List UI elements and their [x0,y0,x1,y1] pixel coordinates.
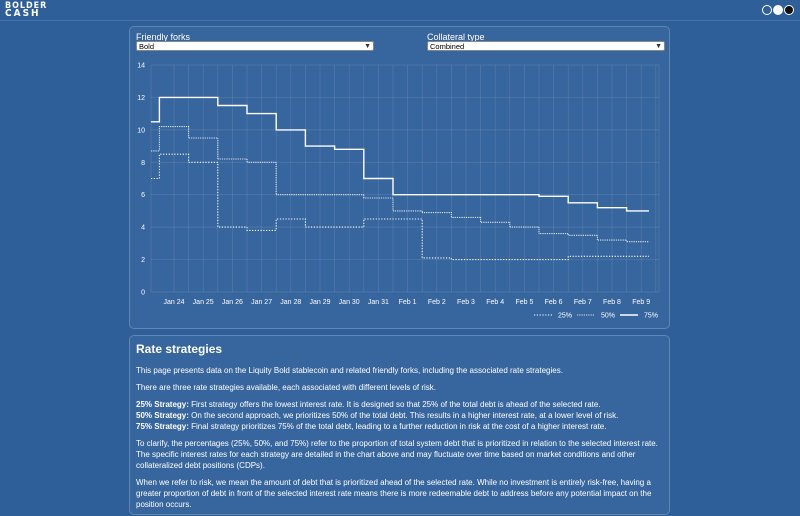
logo-line-2: CASH [5,8,41,20]
x-tick-label: Jan 24 [163,299,184,306]
y-tick-label: 0 [141,290,145,297]
y-tick-label: 12 [137,95,145,102]
strategy-25-text: First strategy offers the lowest interes… [188,400,601,409]
x-tick-label: Jan 29 [309,299,330,306]
y-tick-label: 4 [141,225,145,232]
strategy-list: 25% Strategy: First strategy offers the … [136,399,663,432]
x-tick-label: Feb 2 [428,299,446,306]
rate-strategies-panel: Rate strategies This page presents data … [129,335,670,515]
legend-label: 50% [601,313,615,320]
strategy-25-label: 25% Strategy: [136,400,189,409]
x-tick-label: Jan 28 [280,299,301,306]
legend-label: 25% [558,313,572,320]
x-tick-label: Feb 3 [457,299,475,306]
series-line-75pct [151,96,649,212]
strategy-50-label: 50% Strategy: [136,411,189,420]
y-tick-label: 8 [141,160,145,167]
series-line-25pct [151,153,649,261]
y-tick-label: 10 [137,127,145,134]
x-tick-label: Feb 9 [632,299,650,306]
intro-text: This page presents data on the Liquity B… [136,366,563,375]
x-tick-label: Jan 31 [368,299,389,306]
x-tick-label: Feb 6 [545,299,563,306]
legend-label: 75% [644,313,658,320]
theme-light-button[interactable] [773,5,783,15]
risk-text: When we refer to risk, we mean the amoun… [136,478,652,509]
x-tick-label: Jan 30 [339,299,360,306]
strategy-count-text: There are three rate strategies availabl… [136,383,437,392]
strategy-50-text: On the second approach, we prioritizes 5… [188,411,619,420]
rate-chart[interactable]: 0 2 4 6 8 10 12 14 Jan 24 Jan 25 Jan 26 Jan 27 Jan 2… [130,27,669,328]
x-tick-label: Feb 4 [486,299,504,306]
theme-blue-button[interactable] [762,5,772,15]
x-tick-label: Feb 1 [399,299,417,306]
y-tick-label: 14 [137,63,145,70]
y-tick-label: 2 [141,257,145,264]
section-title: Rate strategies [136,342,223,356]
chart-panel: Friendly forks Bold ▼ Collateral type Co… [129,26,670,329]
clarification-text: To clarify, the percentages (25%, 50%, a… [136,439,658,470]
theme-dark-button[interactable] [784,5,794,15]
x-tick-label: Jan 27 [251,299,272,306]
chart-grid [150,64,660,293]
x-tick-label: Feb 7 [574,299,592,306]
x-tick-label: Jan 25 [193,299,214,306]
theme-toggle [762,5,794,15]
bolder-cash-logo[interactable]: BOLDER CASH [5,1,87,20]
strategy-75-text: Final strategy prioritizes 75% of the to… [188,422,607,431]
y-tick-label: 6 [141,192,145,199]
x-tick-label: Jan 26 [222,299,243,306]
x-tick-label: Feb 5 [515,299,533,306]
x-tick-label: Feb 8 [603,299,621,306]
series-line-50pct [151,126,649,243]
strategy-75-label: 75% Strategy: [136,422,189,431]
top-bar: BOLDER CASH [0,0,800,21]
